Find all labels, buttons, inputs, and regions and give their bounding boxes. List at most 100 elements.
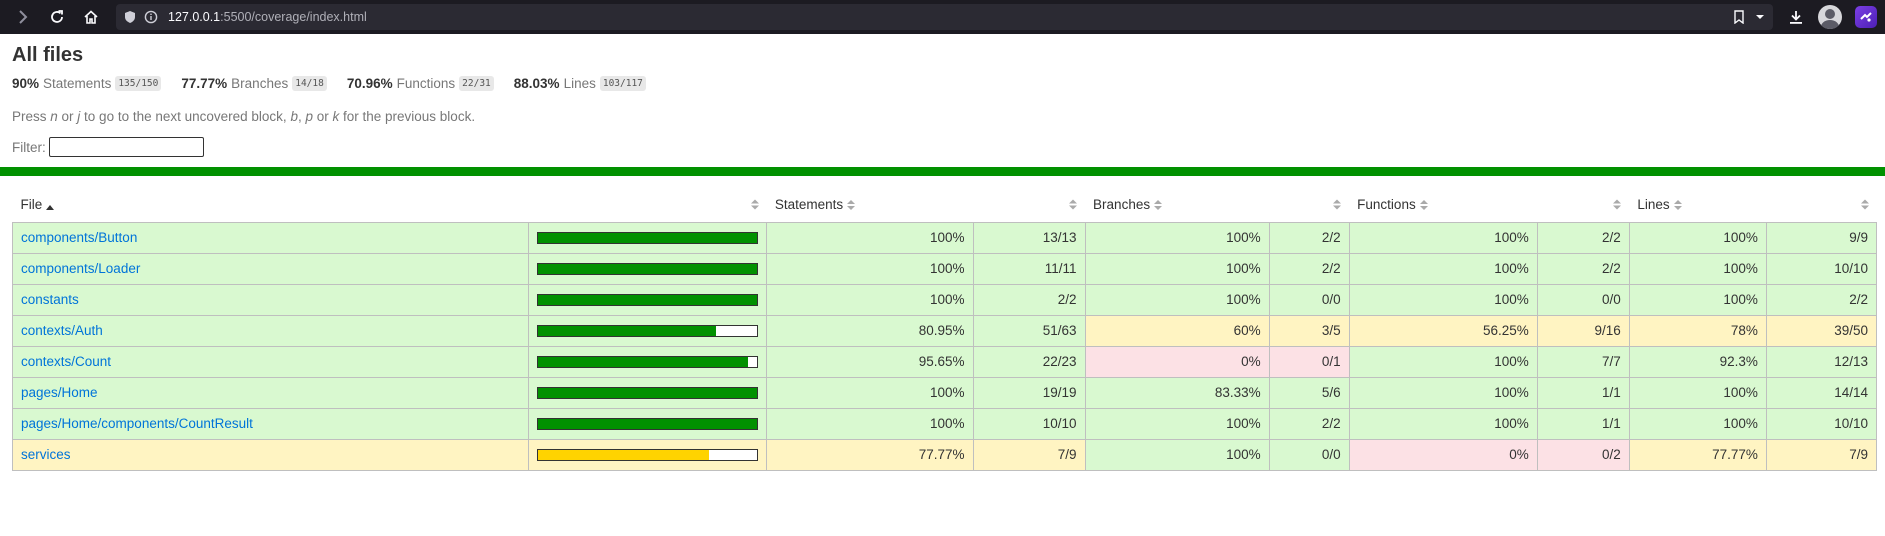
statements-pct: 100% (766, 221, 974, 254)
keyboard-hint: Press n or j to go to the next uncovered… (12, 109, 1873, 124)
coverage-bar-fill (538, 387, 758, 398)
statements-pct: 80.95% (766, 314, 974, 347)
branches-fraction: 2/2 (1268, 252, 1350, 285)
coverage-rows: components/Button 100% 13/13 100% 2/2 100% 2/2… (11, 221, 1878, 471)
file-link[interactable]: contexts/Count (21, 354, 111, 369)
header-branches[interactable]: Branches (1085, 189, 1270, 223)
header-branches-raw[interactable] (1269, 189, 1350, 223)
header-file-bar[interactable] (528, 189, 767, 223)
header-statements-raw[interactable] (973, 189, 1086, 223)
download-icon (1790, 11, 1802, 24)
coverage-bar-fill (538, 232, 758, 243)
lines-pct: 92.3% (1628, 345, 1767, 378)
hint-key: p (305, 109, 313, 124)
sort-icon (1673, 198, 1682, 213)
header-label: Lines (1637, 197, 1670, 213)
bookmark-icon[interactable] (1733, 10, 1745, 24)
functions-fraction: 0/0 (1536, 283, 1630, 316)
header-label: Statements (774, 197, 844, 213)
summary-label: Functions (396, 76, 456, 91)
coverage-bar (537, 448, 759, 461)
functions-pct: 100% (1348, 407, 1538, 440)
url-path: :5500/coverage/index.html (220, 10, 367, 24)
table-row: pages/Home/components/CountResult 100% 10/… (11, 407, 1878, 440)
sort-icon (1613, 198, 1622, 213)
home-button[interactable] (76, 4, 106, 30)
functions-fraction: 0/2 (1536, 438, 1630, 471)
statements-pct: 100% (766, 252, 974, 285)
coverage-bar-cell (528, 252, 768, 285)
chevron-down-icon[interactable] (1755, 13, 1765, 21)
file-link[interactable]: components/Loader (21, 261, 140, 276)
file-cell: services (11, 438, 530, 471)
header-statements[interactable]: Statements (766, 189, 973, 223)
branches-fraction: 0/0 (1268, 438, 1350, 471)
coverage-bar-cell (528, 314, 768, 347)
address-bar[interactable]: 127.0.0.1:5500/coverage/index.html (116, 4, 1773, 30)
statements-pct: 100% (766, 407, 974, 440)
statements-pct: 100% (766, 283, 974, 316)
forward-button[interactable] (8, 4, 38, 30)
file-link[interactable]: pages/Home (21, 385, 98, 400)
sort-icon (1860, 198, 1869, 213)
downloads-button[interactable] (1781, 4, 1811, 30)
url-text[interactable]: 127.0.0.1:5500/coverage/index.html (168, 10, 367, 24)
file-link[interactable]: pages/Home/components/CountResult (21, 416, 253, 431)
summary-pct: 88.03% (513, 76, 560, 91)
shield-icon[interactable] (124, 10, 136, 24)
branches-fraction: 2/2 (1268, 221, 1350, 254)
coverage-bar-fill (538, 449, 709, 460)
branches-pct: 100% (1084, 407, 1270, 440)
branches-pct: 100% (1084, 438, 1270, 471)
file-link[interactable]: services (21, 447, 71, 462)
branches-pct: 60% (1084, 314, 1270, 347)
coverage-bar-fill (538, 356, 748, 367)
summary-lines: 88.03% Lines 103/117 (514, 76, 646, 91)
chevron-right-icon (19, 10, 28, 24)
hint-key: b (290, 109, 298, 124)
functions-fraction: 2/2 (1536, 221, 1630, 254)
header-lines[interactable]: Lines (1629, 189, 1767, 223)
summary-pct: 77.77% (181, 76, 228, 91)
table-row: components/Loader 100% 11/11 100% 2/2 100% 2/2… (11, 252, 1878, 285)
lines-fraction: 14/14 (1765, 376, 1878, 409)
branches-pct: 0% (1084, 345, 1270, 378)
lines-fraction: 39/50 (1765, 314, 1878, 347)
header-functions-raw[interactable] (1537, 189, 1630, 223)
lines-fraction: 10/10 (1765, 252, 1878, 285)
branches-pct: 100% (1084, 252, 1270, 285)
reload-icon (51, 10, 63, 23)
lines-pct: 77.77% (1628, 438, 1767, 471)
extension-icon[interactable] (1855, 6, 1877, 28)
table-row: contexts/Auth 80.95% 51/63 60% 3/5 56.25% 9/16… (11, 314, 1878, 347)
file-link[interactable]: components/Button (21, 230, 137, 245)
summary-branches: 77.77% Branches 14/18 (181, 76, 327, 91)
branches-fraction: 3/5 (1268, 314, 1350, 347)
branches-fraction: 0/1 (1268, 345, 1350, 378)
file-link[interactable]: contexts/Auth (21, 323, 103, 338)
functions-fraction: 9/16 (1536, 314, 1630, 347)
statements-fraction: 51/63 (972, 314, 1086, 347)
url-host: 127.0.0.1 (168, 10, 221, 24)
functions-fraction: 1/1 (1536, 407, 1630, 440)
statements-pct: 100% (766, 376, 974, 409)
coverage-status-bar (0, 167, 1885, 176)
account-button[interactable] (1815, 4, 1845, 30)
coverage-bar (537, 324, 759, 337)
info-icon[interactable] (144, 10, 158, 24)
header-file[interactable]: File (12, 189, 529, 223)
file-link[interactable]: constants (21, 292, 79, 307)
header-lines-raw[interactable] (1766, 189, 1877, 223)
reload-button[interactable] (42, 4, 72, 30)
coverage-bar (537, 293, 759, 306)
filter-label: Filter: (12, 139, 46, 155)
coverage-bar-fill (538, 418, 758, 429)
lines-pct: 100% (1628, 221, 1767, 254)
filter-input[interactable] (48, 137, 204, 157)
summary-fraction: 103/117 (599, 76, 646, 91)
statements-fraction: 10/10 (972, 407, 1086, 440)
header-functions[interactable]: Functions (1349, 189, 1538, 223)
hint-text: or (312, 109, 333, 124)
file-cell: pages/Home/components/CountResult (11, 407, 530, 440)
functions-fraction: 1/1 (1536, 376, 1630, 409)
